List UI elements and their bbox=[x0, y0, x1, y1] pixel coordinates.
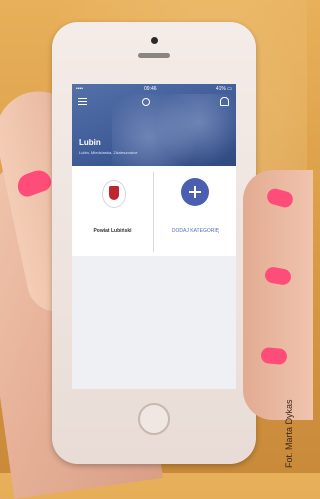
smartphone: •••• 09:46 41% ▭ Lubin Lubin, Miedzianka… bbox=[52, 22, 256, 464]
app-header: •••• 09:46 41% ▭ Lubin Lubin, Miedzianka… bbox=[72, 84, 236, 166]
coat-of-arms-icon bbox=[102, 180, 126, 208]
battery-indicator: 41% ▭ bbox=[215, 86, 232, 92]
signal-indicator: •••• bbox=[76, 86, 84, 92]
header-crowd-image bbox=[112, 94, 236, 166]
earpiece-speaker bbox=[138, 53, 170, 58]
location-title: Lubin bbox=[79, 138, 101, 147]
search-icon[interactable] bbox=[142, 98, 150, 106]
status-time: 09:46 bbox=[144, 86, 157, 92]
home-button[interactable] bbox=[138, 403, 170, 435]
tile-powiat-lubinski[interactable]: Powiat Lubiński bbox=[72, 166, 153, 256]
tile-label-powiat: Powiat Lubiński bbox=[93, 228, 132, 234]
add-category-tile[interactable]: DODAJ KATEGORIĘ bbox=[155, 166, 236, 256]
phone-screen: •••• 09:46 41% ▭ Lubin Lubin, Miedzianka… bbox=[72, 84, 236, 389]
content-area bbox=[72, 256, 236, 389]
add-category-button[interactable] bbox=[181, 178, 209, 206]
fingernail bbox=[260, 346, 288, 366]
photo-credit: Fot. Marta Dykas bbox=[284, 399, 294, 468]
notification-bell-icon[interactable] bbox=[220, 97, 229, 106]
location-subtitle: Lubin, Miedzianka, Zdzieszowice bbox=[79, 150, 138, 155]
fingers bbox=[243, 170, 313, 420]
front-camera bbox=[151, 37, 158, 44]
plus-icon-vertical bbox=[194, 186, 196, 198]
crest-shield bbox=[109, 186, 119, 200]
add-category-label: DODAJ KATEGORIĘ bbox=[171, 228, 220, 234]
category-tiles: Powiat Lubiński DODAJ KATEGORIĘ bbox=[72, 166, 236, 256]
hamburger-menu-icon[interactable] bbox=[78, 98, 87, 105]
status-bar: •••• 09:46 41% ▭ bbox=[72, 84, 236, 94]
tile-divider bbox=[153, 172, 154, 252]
